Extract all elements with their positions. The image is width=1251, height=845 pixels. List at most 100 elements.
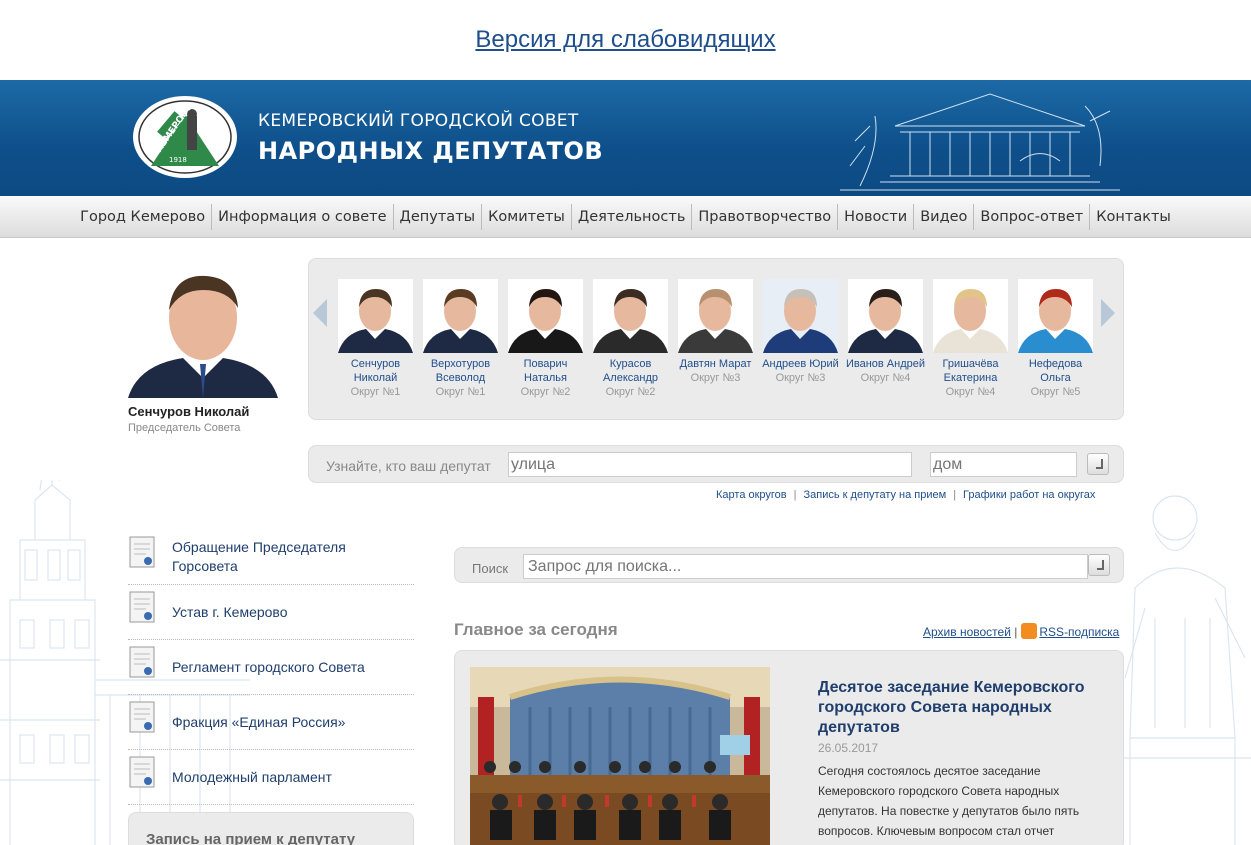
nav-council-info[interactable]: Информация о совете	[212, 203, 394, 230]
left-menu-item[interactable]: Обращение Председателя Горсовета	[128, 530, 414, 585]
news-links: Архив новостей | RSS-подписка	[923, 623, 1120, 639]
site-title-line1: КЕМЕРОВСКИЙ ГОРОДСКОЙ СОВЕТ	[258, 111, 579, 131]
rss-link[interactable]: RSS-подписка	[1039, 625, 1119, 639]
deputy-photo[interactable]	[338, 279, 413, 353]
street-input[interactable]	[508, 452, 912, 477]
deputy-card[interactable]: Поварич Наталья Округ №2	[503, 279, 588, 399]
nav-news[interactable]: Новости	[838, 203, 915, 230]
deputy-card[interactable]: Верхотуров Всеволод Округ №1	[418, 279, 503, 399]
deputy-card[interactable]: Гришачёва Екатерина Округ №4	[928, 279, 1013, 399]
search-label: Поиск	[472, 561, 509, 576]
deputy-photo[interactable]	[593, 279, 668, 353]
appointment-title: Запись на прием к депутату	[146, 831, 356, 845]
deputy-name[interactable]: Нефедова Ольга	[1013, 357, 1098, 385]
deputy-photo[interactable]	[508, 279, 583, 353]
document-icon	[129, 591, 155, 623]
search-submit-button[interactable]	[1088, 554, 1110, 576]
find-deputy-form: Узнайте, кто ваш депутат	[308, 445, 1124, 483]
chairman-name[interactable]: Сенчуров Николай	[128, 404, 278, 419]
nav-city[interactable]: Город Кемерово	[74, 203, 213, 230]
deputy-name[interactable]: Давтян Марат	[673, 357, 758, 371]
appointment-link[interactable]: Запись к депутату на прием	[804, 489, 947, 501]
rss-icon[interactable]	[1021, 623, 1038, 639]
nav-video[interactable]: Видео	[914, 203, 975, 230]
document-icon	[129, 646, 155, 678]
finder-links: Карта округов | Запись к депутату на прием…	[716, 489, 1096, 501]
deputy-photo[interactable]	[763, 279, 838, 353]
deputy-card[interactable]: Иванов Андрей Округ №4	[843, 279, 928, 385]
deputy-name[interactable]: Гришачёва Екатерина	[928, 357, 1013, 385]
nav-contacts[interactable]: Контакты	[1090, 204, 1177, 230]
nav-faq[interactable]: Вопрос-ответ	[974, 203, 1091, 230]
left-menu: Обращение Председателя Горсовета Устав г…	[128, 530, 414, 805]
deputy-name[interactable]: Верхотуров Всеволод	[418, 357, 503, 385]
deputy-card[interactable]: Давтян Марат Округ №3	[673, 279, 758, 385]
svg-text:1918: 1918	[169, 156, 187, 164]
deputies-carousel: Сенчуров Николай Округ №1 Верхотуров Всево…	[308, 258, 1124, 420]
deputy-name[interactable]: Андреев Юрий	[758, 357, 843, 371]
deputy-card[interactable]: Нефедова Ольга Округ №5	[1013, 279, 1098, 399]
left-menu-item[interactable]: Устав г. Кемерово	[128, 585, 414, 640]
deputy-district: Округ №3	[775, 372, 826, 384]
deputy-district: Округ №4	[860, 372, 911, 384]
left-menu-item[interactable]: Фракция «Единая Россия»	[128, 695, 414, 750]
house-input[interactable]	[930, 452, 1077, 477]
district-schedules-link[interactable]: Графики работ на округах	[963, 489, 1095, 501]
nav-lawmaking[interactable]: Правотворчество	[692, 203, 839, 230]
nav-deputies[interactable]: Депутаты	[394, 203, 483, 230]
find-deputy-submit-button[interactable]	[1087, 453, 1109, 475]
site-title: КЕМЕРОВСКИЙ ГОРОДСКОЙ СОВЕТ НАРОДНЫХ ДЕП…	[258, 111, 603, 165]
search-input[interactable]	[523, 554, 1088, 579]
news-heading: Главное за сегодня	[454, 620, 618, 639]
deputy-card[interactable]: Сенчуров Николай Округ №1	[333, 279, 418, 399]
deputy-card[interactable]: Курасов Александр Округ №2	[588, 279, 673, 399]
visually-impaired-version-link[interactable]: Версия для слабовидящих	[475, 26, 775, 54]
deputy-district: Округ №2	[520, 386, 571, 398]
document-icon	[129, 536, 155, 568]
site-search: Поиск	[454, 547, 1124, 583]
deputy-name[interactable]: Сенчуров Николай	[333, 357, 418, 385]
document-icon	[129, 701, 155, 733]
main-nav: Город Кемерово Информация о совете Депут…	[0, 196, 1251, 238]
site-title-line2: НАРОДНЫХ ДЕПУТАТОВ	[258, 137, 604, 165]
deputy-photo[interactable]	[423, 279, 498, 353]
nav-committees[interactable]: Комитеты	[482, 203, 572, 230]
appointment-panel: Запись на прием к депутату	[128, 812, 414, 845]
left-menu-item[interactable]: Регламент городского Совета	[128, 640, 414, 695]
chairman-role: Председатель Совета	[128, 422, 241, 434]
deputy-name[interactable]: Иванов Андрей	[843, 357, 928, 371]
deputy-name[interactable]: Поварич Наталья	[503, 357, 588, 385]
deputy-card[interactable]: Андреев Юрий Округ №3	[758, 279, 843, 385]
deputy-district: Округ №5	[1030, 386, 1081, 398]
deputy-district: Округ №2	[605, 386, 656, 398]
news-date: 26.05.2017	[818, 741, 879, 755]
deputy-name[interactable]: Курасов Александр	[588, 357, 673, 385]
news-archive-link[interactable]: Архив новостей	[923, 625, 1011, 639]
left-menu-item[interactable]: Молодежный парламент	[128, 750, 414, 805]
districts-map-link[interactable]: Карта округов	[716, 489, 787, 501]
chairman-block[interactable]: Сенчуров Николай Председатель Совета	[128, 260, 278, 434]
find-deputy-label: Узнайте, кто ваш депутат	[326, 458, 491, 474]
city-emblem-logo[interactable]: КЕМЕРОВО 1918	[131, 94, 239, 180]
deputy-photo[interactable]	[1018, 279, 1093, 353]
news-item: Десятое заседание Кемеровского городског…	[454, 650, 1124, 845]
monument-sketch	[1120, 495, 1251, 845]
site-header: КЕМЕРОВО 1918 КЕМЕРОВСКИЙ ГОРОДСКОЙ СОВЕ…	[0, 80, 1251, 196]
deputy-photo[interactable]	[933, 279, 1008, 353]
deputy-district: Округ №4	[945, 386, 996, 398]
chairman-photo[interactable]	[128, 260, 278, 398]
carousel-next-arrow-icon[interactable]	[1101, 299, 1115, 327]
carousel-prev-arrow-icon[interactable]	[313, 299, 327, 327]
accessibility-bar: Версия для слабовидящих	[0, 0, 1251, 80]
deputy-district: Округ №1	[350, 386, 401, 398]
document-icon	[129, 756, 155, 788]
deputy-photo[interactable]	[678, 279, 753, 353]
nav-activity[interactable]: Деятельность	[572, 203, 693, 230]
news-photo[interactable]	[470, 667, 770, 845]
council-building-drawing	[840, 93, 1120, 191]
deputy-photo[interactable]	[848, 279, 923, 353]
news-text: Сегодня состоялось десятое заседание Кем…	[818, 764, 1080, 838]
news-title[interactable]: Десятое заседание Кемеровского городског…	[818, 678, 1108, 738]
deputy-district: Округ №1	[435, 386, 486, 398]
deputy-district: Округ №3	[690, 372, 741, 384]
